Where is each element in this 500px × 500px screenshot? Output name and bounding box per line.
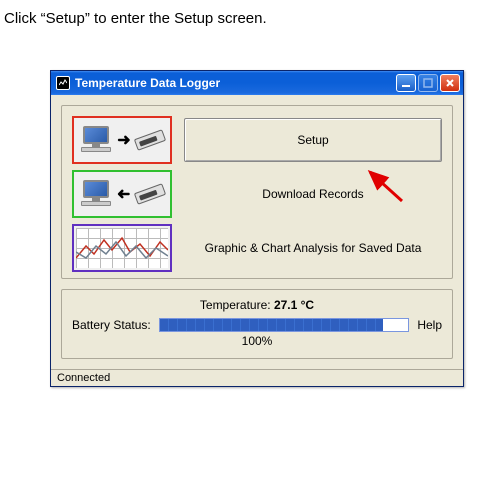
main-panel: ➜ Setup ➜ Download Records xyxy=(61,105,453,279)
setup-button[interactable]: Setup xyxy=(184,118,442,162)
temperature-value: 27.1 °C xyxy=(274,298,314,312)
help-button[interactable]: Help xyxy=(417,318,442,332)
logger-icon xyxy=(134,183,166,205)
window-title: Temperature Data Logger xyxy=(75,76,396,90)
minimize-button[interactable] xyxy=(396,74,416,92)
battery-progress xyxy=(159,318,410,332)
app-window: Temperature Data Logger ➜ xyxy=(50,70,464,387)
setup-thumb: ➜ xyxy=(72,116,172,164)
status-panel: Temperature: 27.1 °C Battery Status: Hel… xyxy=(61,289,453,359)
analysis-thumb xyxy=(72,224,172,272)
titlebar: Temperature Data Logger xyxy=(51,71,463,95)
download-thumb: ➜ xyxy=(72,170,172,218)
temperature-label: Temperature: xyxy=(200,298,271,312)
analysis-button[interactable]: Graphic & Chart Analysis for Saved Data xyxy=(184,226,442,270)
arrow-left-icon: ➜ xyxy=(117,184,130,204)
computer-icon xyxy=(79,180,113,208)
arrow-right-icon: ➜ xyxy=(117,130,130,150)
app-icon xyxy=(56,76,70,90)
logger-icon xyxy=(134,129,166,151)
maximize-button[interactable] xyxy=(418,74,438,92)
status-text: Connected xyxy=(57,372,110,384)
instruction-text: Click “Setup” to enter the Setup screen. xyxy=(0,0,500,27)
chart-icon xyxy=(76,228,168,268)
battery-percent: 100% xyxy=(72,334,442,348)
statusbar: Connected xyxy=(51,369,463,386)
battery-label: Battery Status: xyxy=(72,318,151,332)
computer-icon xyxy=(79,126,113,154)
download-button[interactable]: Download Records xyxy=(184,172,442,216)
close-button[interactable] xyxy=(440,74,460,92)
